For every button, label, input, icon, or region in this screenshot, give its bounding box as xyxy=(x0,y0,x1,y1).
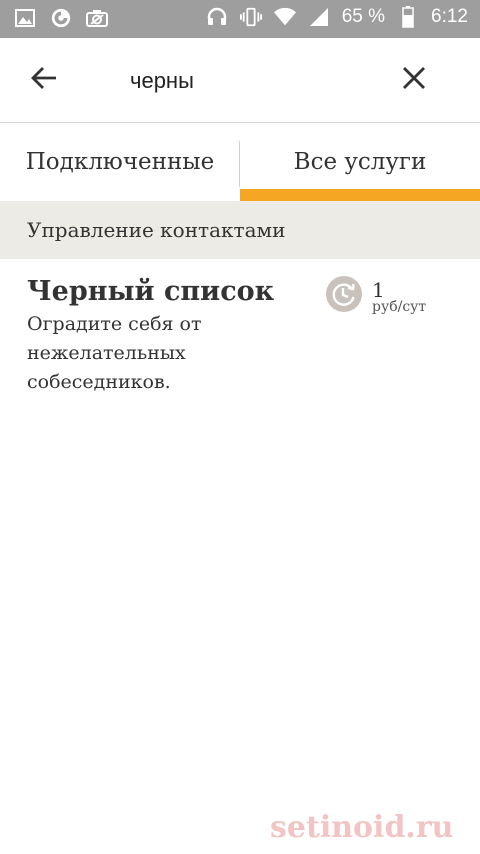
status-bar-left xyxy=(14,7,108,29)
clock-refresh-icon xyxy=(326,276,362,312)
headset-icon xyxy=(206,6,228,28)
gallery-icon xyxy=(14,7,36,29)
watermark: setinoid.ru xyxy=(270,810,454,845)
price-unit: руб/сут xyxy=(372,299,427,315)
service-list-item[interactable]: Черный список Оградите себя от нежелател… xyxy=(0,259,480,393)
search-bar xyxy=(0,38,480,123)
service-title: Черный список xyxy=(27,276,275,307)
wifi-icon xyxy=(273,6,296,28)
arrow-back-icon xyxy=(30,66,58,94)
status-bar-right: 65 % 6:12 xyxy=(206,6,468,28)
vibrate-icon xyxy=(239,6,262,28)
battery-percent: 65 % xyxy=(341,6,386,27)
firefox-icon xyxy=(50,7,72,29)
section-title: Управление контактами xyxy=(27,218,286,242)
search-input[interactable] xyxy=(128,62,372,100)
camera-icon xyxy=(86,7,108,29)
section-header: Управление контактами xyxy=(0,201,480,259)
close-icon xyxy=(402,66,426,94)
signal-icon xyxy=(308,6,330,28)
tab-bar: Подключенные Все услуги xyxy=(0,123,480,201)
back-button[interactable] xyxy=(24,60,64,100)
clock-time: 6:12 xyxy=(431,6,468,27)
tab-connected[interactable]: Подключенные xyxy=(0,123,240,201)
clear-search-button[interactable] xyxy=(394,60,434,100)
tab-all-services-label: Все услуги xyxy=(293,149,427,175)
battery-icon xyxy=(397,6,419,28)
tab-connected-label: Подключенные xyxy=(25,149,215,175)
status-bar: 65 % 6:12 xyxy=(0,0,480,38)
service-description: Оградите себя от нежелательных собеседни… xyxy=(27,313,202,393)
active-tab-indicator xyxy=(240,189,480,201)
